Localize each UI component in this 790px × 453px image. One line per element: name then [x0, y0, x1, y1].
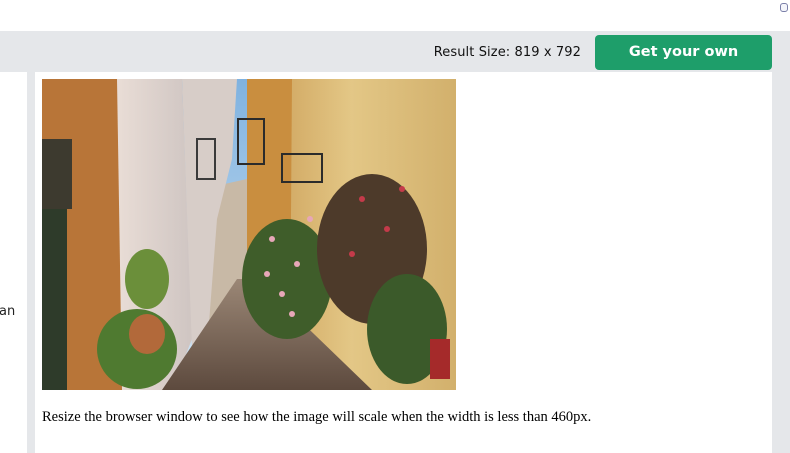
result-frame: Resize the browser window to see how the…: [35, 72, 772, 453]
result-size-label: Result Size: 819 x 792: [433, 45, 581, 60]
alley-photo: [42, 79, 456, 390]
right-gutter: [772, 72, 790, 453]
top-bar: [0, 0, 790, 31]
code-pane[interactable]: an: [0, 72, 27, 453]
result-toolbar: Result Size: 819 x 792 Get your own webs…: [0, 31, 790, 95]
code-text-fragment: an: [0, 304, 16, 319]
pane-divider[interactable]: [27, 72, 35, 453]
get-your-own-website-button[interactable]: Get your own website: [595, 35, 772, 95]
resize-handle-icon[interactable]: [780, 3, 788, 12]
image-caption: Resize the browser window to see how the…: [42, 409, 592, 425]
